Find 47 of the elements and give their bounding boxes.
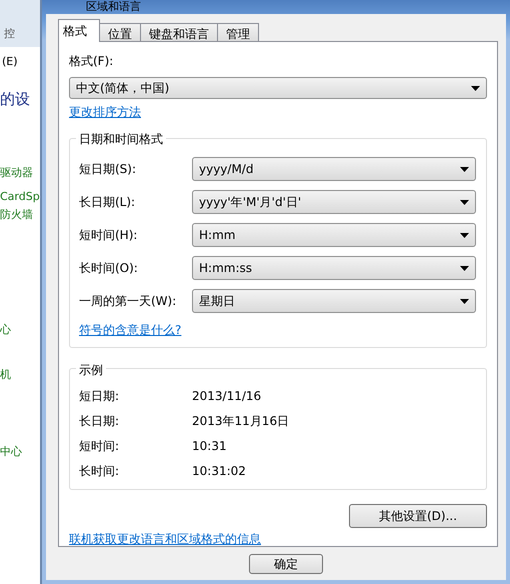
field-label: 短时间(H): [79,226,138,244]
menu-item[interactable]: (E) [0,47,40,68]
dropdown[interactable]: 中文(简体，中国) [69,77,487,99]
task-link[interactable]: CardSp [0,190,40,203]
dropdown[interactable]: yyyy/M/d [192,157,476,181]
sort-link[interactable]: 更改排序方法 [69,105,141,119]
example-value: 10:31 [192,439,227,453]
example-value: 2013/11/16 [192,389,262,403]
window-title: 区域和语言 [85,0,142,14]
field-label: 长日期(L): [79,194,136,210]
additional-settings-button[interactable]: 其他设置(D)... [349,504,487,528]
tab[interactable]: 位置 [99,23,141,42]
dropdown[interactable]: H:mm [192,223,476,247]
ok-button[interactable]: 确定 [249,554,323,574]
example-value: 2013年11月16日 [192,412,290,430]
help-link[interactable]: 符号的含意是什么? [79,323,182,337]
example-label: 长日期: [79,412,120,430]
task-link[interactable]: 防火墙 [0,207,40,222]
task-link[interactable]: 心 [0,322,40,337]
page-heading: 的设 [0,89,31,109]
dropdown[interactable]: yyyy'年'M'月'd'日' [192,190,476,214]
dropdown-arrow-icon [460,200,469,204]
dropdown-arrow-icon [471,86,480,90]
task-link[interactable]: 中心 [0,444,40,459]
tab[interactable]: 格式 [58,19,100,42]
example-label: 短日期: [79,388,120,404]
tab[interactable]: 键盘和语言 [140,23,218,42]
field-label: 短日期(S): [79,160,138,178]
group-title: 日期和时间格式 [76,131,166,148]
dropdown-arrow-icon [460,266,469,270]
group-title: 示例 [76,362,106,379]
field-label: 长时间(O): [79,260,139,276]
task-link[interactable]: 机 [0,367,40,382]
dropdown-arrow-icon [460,298,469,304]
example-label: 短时间: [79,438,120,454]
dropdown[interactable]: 星期日 [192,289,476,313]
tab[interactable]: 管理 [217,23,259,42]
dropdown-arrow-icon [460,166,469,172]
breadcrumb: 控 [0,0,40,47]
dropdown-arrow-icon [460,232,469,238]
task-link[interactable]: 驱动器 [0,165,40,180]
field-label: 格式(F): [69,53,114,70]
dropdown[interactable]: H:mm:ss [192,256,476,280]
online-info-link[interactable]: 联机获取更改语言和区域格式的信息 [69,532,261,546]
example-label: 长时间: [79,462,120,480]
example-value: 10:31:02 [192,464,246,478]
field-label: 一周的第一天(W): [79,292,178,310]
